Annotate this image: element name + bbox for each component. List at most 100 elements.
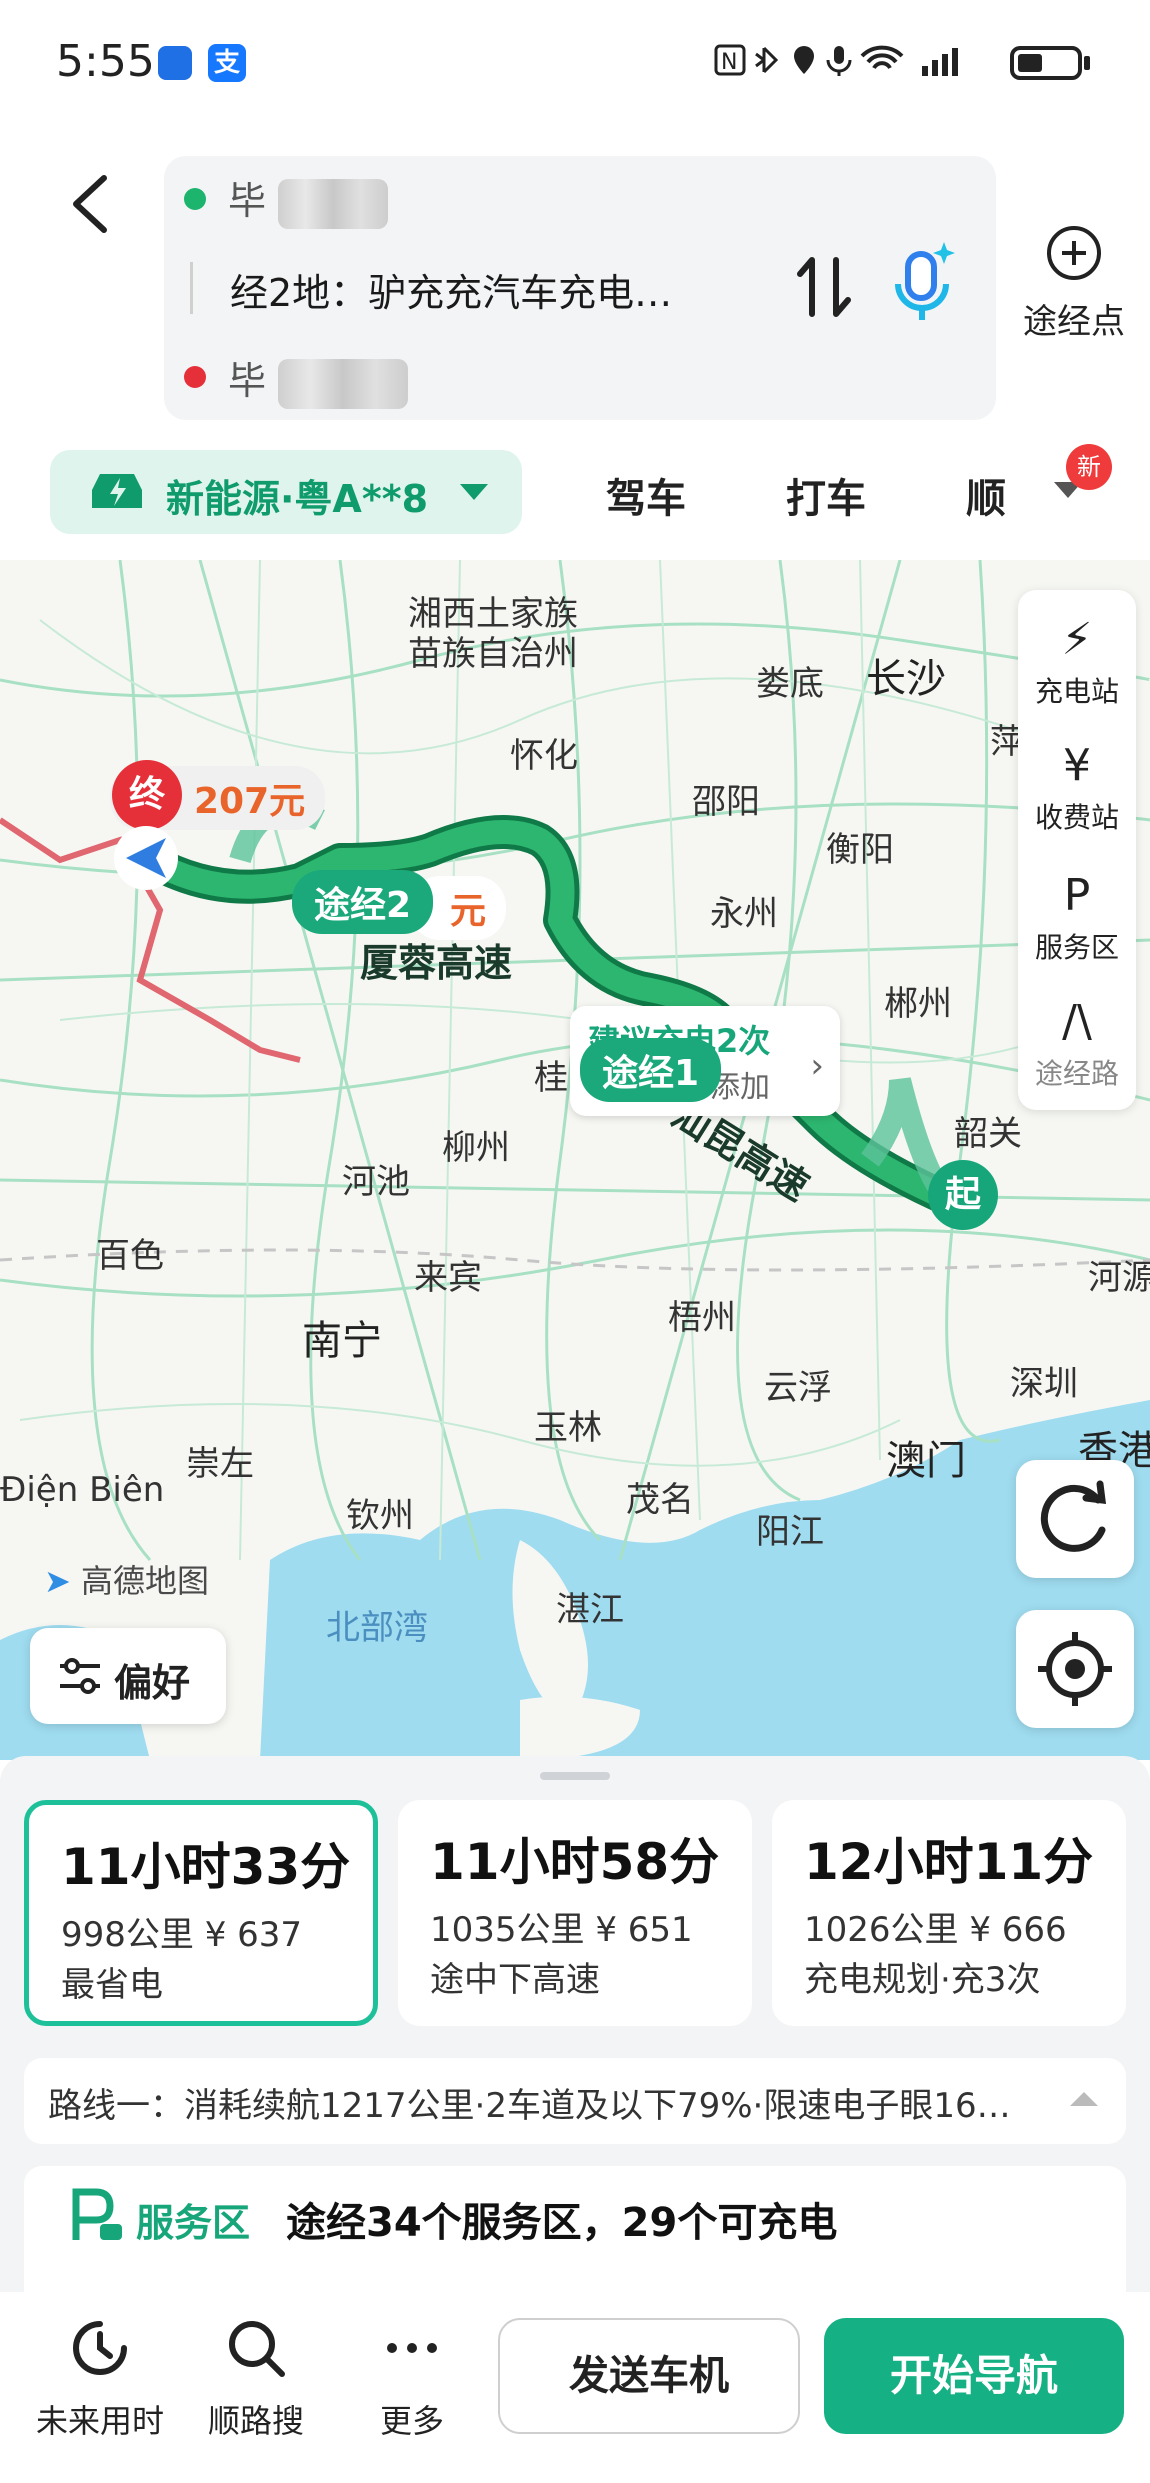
map-tools-panel: ⚡ 充电站 ¥ 收费站 P 服务区 /\ 途经路 xyxy=(1018,590,1136,1110)
battery-tip xyxy=(1084,56,1090,70)
parking-icon: P xyxy=(1063,870,1091,921)
charging-station-button[interactable]: ⚡ 充电站 xyxy=(1018,614,1136,710)
refresh-button[interactable] xyxy=(1016,1460,1134,1578)
tab-taxi[interactable]: 打车 xyxy=(786,466,866,524)
new-badge: 新 xyxy=(1066,444,1112,490)
tab-drive[interactable]: 驾车 xyxy=(606,466,686,524)
alipay-icon: 支 xyxy=(208,44,246,82)
more-button[interactable]: 更多 xyxy=(342,2316,482,2442)
city-label: 澳门 xyxy=(886,1438,966,1484)
city-label: 郴州 xyxy=(884,984,952,1024)
start-navigation-button[interactable]: 开始导航 xyxy=(824,2318,1124,2434)
swap-button[interactable] xyxy=(796,252,852,322)
add-waypoint-button[interactable]: 途经点 xyxy=(1020,226,1128,343)
service-area-button[interactable]: P 服务区 xyxy=(1018,870,1136,966)
charging-icon: ⚡ xyxy=(1061,614,1093,665)
map-watermark-text: 高德地图 xyxy=(80,1562,209,1600)
city-label: 崇左 xyxy=(186,1444,254,1484)
city-label: Điện Biên xyxy=(0,1470,165,1510)
city-label: 玉林 xyxy=(534,1408,602,1448)
more-label: 更多 xyxy=(379,2402,444,2440)
city-label: 怀化 xyxy=(510,736,578,776)
future-time-button[interactable]: 未来用时 xyxy=(30,2316,170,2442)
waypoint-2-marker[interactable]: 途经2 xyxy=(292,870,434,934)
sliders-icon xyxy=(60,1658,100,1694)
service-area-row[interactable]: 服务区 途经34个服务区，29个可充电 xyxy=(24,2166,1126,2306)
status-icons: N xyxy=(714,44,958,76)
city-label: 苗族自治州 xyxy=(408,634,578,674)
send-to-car-button[interactable]: 发送车机 xyxy=(498,2318,800,2434)
route-details-row[interactable]: 路线一：消耗续航1217公里·2车道及以下79%·限速电子眼16… xyxy=(24,2058,1126,2144)
route-distance-cost: 1035公里 ¥ 651 xyxy=(430,1910,693,1950)
chevron-up-icon xyxy=(1070,2092,1098,2106)
waypoints-field[interactable]: 经2地：驴充充汽车充电… xyxy=(230,262,672,317)
map-watermark: ➤ 高德地图 xyxy=(44,1556,209,1602)
origin-field[interactable]: 毕 xyxy=(228,170,398,229)
destination-prefix: 毕 xyxy=(228,359,267,403)
parking-cup-icon xyxy=(72,2188,122,2240)
vehicle-selector[interactable]: 新能源·粤A**8 xyxy=(50,450,522,534)
city-label: 河源 xyxy=(1088,1258,1150,1298)
city-label: 永州 xyxy=(710,894,778,934)
route-details-text: 路线一：消耗续航1217公里·2车道及以下79%·限速电子眼16… xyxy=(48,2086,1011,2126)
clock-icon xyxy=(73,2321,127,2375)
start-marker[interactable]: 起 xyxy=(928,1160,998,1230)
sheet-handle[interactable] xyxy=(540,1772,610,1780)
amap-logo-icon: ➤ xyxy=(44,1562,71,1600)
route-option-3[interactable]: 12小时11分 1026公里 ¥ 666 充电规划·充3次 xyxy=(772,1800,1126,2026)
city-label: 长沙 xyxy=(866,656,946,702)
city-label: 钦州 xyxy=(346,1496,414,1536)
route-time: 11小时58分 xyxy=(430,1833,720,1891)
route-distance-cost: 998公里 ¥ 637 xyxy=(61,1915,303,1955)
city-label: 桂 xyxy=(534,1058,568,1098)
city-label: 韶关 xyxy=(954,1114,1022,1154)
microphone-icon xyxy=(895,242,955,320)
tab-carpool[interactable]: 顺 xyxy=(966,466,1006,524)
destination-field[interactable]: 毕 xyxy=(228,350,418,409)
chevron-down-icon xyxy=(460,484,488,500)
highway-label: 厦蓉高速 xyxy=(360,941,513,985)
route-tag: 途中下高速 xyxy=(430,1960,600,2000)
current-location-icon xyxy=(110,822,182,894)
voice-button[interactable] xyxy=(886,240,958,326)
city-label: 柳州 xyxy=(442,1128,510,1168)
route-option-2[interactable]: 11小时58分 1035公里 ¥ 651 途中下高速 xyxy=(398,1800,752,2026)
along-route-search-button[interactable]: 顺路搜 xyxy=(186,2316,326,2442)
charging-label: 充电站 xyxy=(1034,675,1119,708)
city-label: 阳江 xyxy=(756,1512,824,1552)
city-label: 梧州 xyxy=(668,1298,736,1338)
route-time: 12小时11分 xyxy=(804,1833,1094,1891)
end-marker[interactable]: 终 xyxy=(112,760,182,830)
more-dots-icon xyxy=(387,2343,437,2353)
city-label: 南宁 xyxy=(302,1318,382,1364)
waypoint-1-marker[interactable]: 途经1 xyxy=(580,1038,722,1102)
refresh-icon xyxy=(1040,1480,1107,1552)
toll-station-button[interactable]: ¥ 收费站 xyxy=(1018,740,1136,836)
road-icon: /\ xyxy=(1062,996,1092,1047)
city-label: 衡阳 xyxy=(826,830,894,870)
status-indicators: N xyxy=(712,38,992,91)
city-label: 河池 xyxy=(342,1162,410,1202)
back-button[interactable] xyxy=(60,168,124,240)
toll-icon: ¥ xyxy=(1063,740,1091,791)
chevron-right-icon: › xyxy=(810,1046,824,1086)
city-label: 来宾 xyxy=(414,1258,482,1298)
status-time: 5:55 xyxy=(56,36,155,87)
route-tag: 充电规划·充3次 xyxy=(804,1960,1041,2000)
service-area-text: 途经34个服务区，29个可充电 xyxy=(286,2200,838,2246)
route-option-1[interactable]: 11小时33分 998公里 ¥ 637 最省电 xyxy=(24,1800,378,2026)
map-view[interactable]: 湘西土家族 苗族自治州 娄底 长沙 怀化 邵阳 衡阳 永州 郴州 韶关 桂 柳州… xyxy=(0,560,1150,1760)
route-time: 11小时33分 xyxy=(61,1838,351,1896)
end-price: 207元 xyxy=(194,781,306,822)
locate-icon xyxy=(1038,1632,1112,1706)
city-label: 茂名 xyxy=(626,1480,694,1520)
ev-car-icon xyxy=(92,474,142,508)
city-label: 邵阳 xyxy=(692,782,760,822)
locate-button[interactable] xyxy=(1016,1610,1134,1728)
preference-button[interactable]: 偏好 xyxy=(30,1628,226,1724)
via-road-label: 途经路 xyxy=(1034,1057,1119,1090)
city-label: 深圳 xyxy=(1010,1364,1078,1404)
search-icon xyxy=(229,2321,285,2377)
via-road-button[interactable]: /\ 途经路 xyxy=(1018,996,1136,1092)
future-time-label: 未来用时 xyxy=(35,2402,164,2440)
